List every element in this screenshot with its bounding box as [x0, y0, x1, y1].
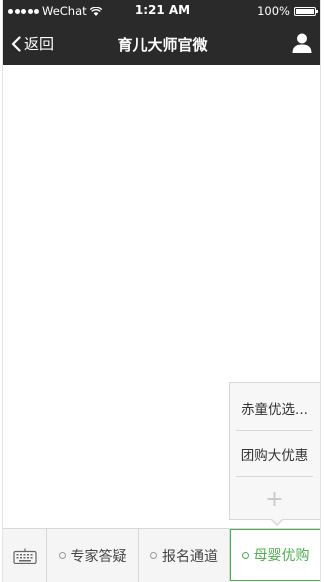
- popup-pointer: [270, 518, 284, 526]
- nav-bar: 返回 育儿大师官微: [3, 22, 320, 65]
- circle-icon: [58, 552, 66, 559]
- add-icon[interactable]: +: [236, 476, 313, 522]
- bottom-menu-bar: 专家答疑 报名通道 母婴优购: [3, 528, 320, 582]
- menu-tab-label: 报名通道: [162, 548, 218, 565]
- submenu-popup: 赤童优选... 团购大优惠 +: [229, 382, 320, 526]
- status-bar: WeChat 1:21 AM 100%: [3, 0, 320, 22]
- status-right: 100%: [257, 4, 318, 18]
- menu-tab-expert-qa[interactable]: 专家答疑: [47, 529, 139, 582]
- menu-tab-maternal-shop[interactable]: 母婴优购: [230, 529, 320, 581]
- menu-tab-label: 专家答疑: [70, 548, 127, 565]
- keyboard-icon: [12, 548, 37, 564]
- circle-icon: [150, 552, 157, 559]
- circle-icon: [241, 551, 249, 559]
- submenu-item-chitong[interactable]: 赤童优选...: [236, 385, 313, 431]
- person-icon[interactable]: [291, 32, 313, 54]
- battery-icon: [294, 6, 318, 16]
- menu-tab-label: 母婴优购: [253, 548, 310, 564]
- battery-percent: 100%: [257, 4, 290, 18]
- keyboard-toggle-button[interactable]: [3, 529, 47, 582]
- phone-screen: WeChat 1:21 AM 100% 返回 育儿大师官微 赤童优选... 团购…: [2, 0, 321, 582]
- page-title: 育儿大师官微: [117, 36, 208, 54]
- submenu-item-group-buy[interactable]: 团购大优惠: [236, 431, 313, 477]
- menu-tab-registration[interactable]: 报名通道: [139, 529, 230, 582]
